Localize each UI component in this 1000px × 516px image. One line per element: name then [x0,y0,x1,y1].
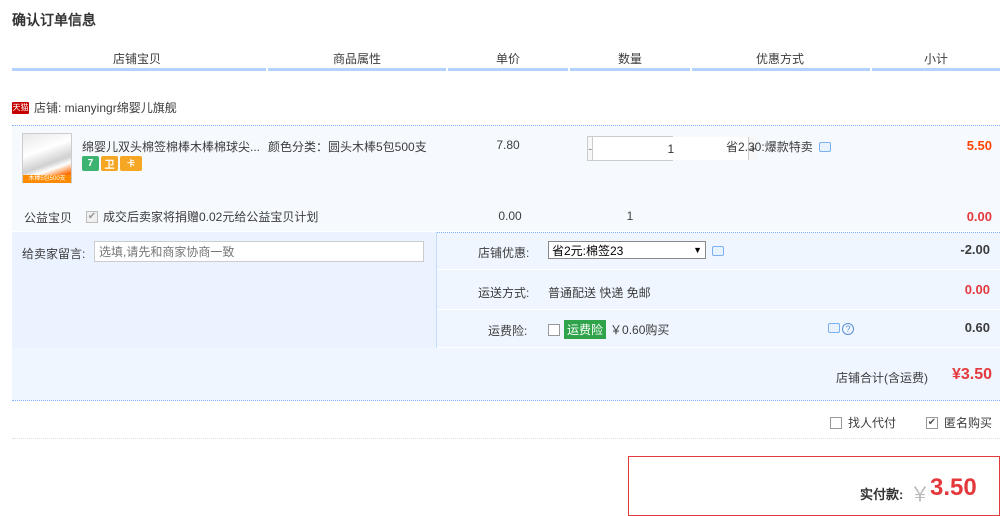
col-header-subtotal: 小计 [923,52,948,66]
anonymous-purchase-label: 匿名购买 [944,416,993,430]
charity-row: ✔ 成交后卖家将捐赠0.02元给公益宝贝计划 [86,208,318,225]
insurance-label: 运费险: [488,324,528,338]
tmall-badge-icon: 天猫 [12,101,29,114]
header-separator [690,68,692,71]
header-separator [446,68,448,71]
anonymous-purchase-checkbox[interactable]: ✔ [926,416,938,429]
payment-label: 实付款: [860,487,904,502]
insurance-option: 运费险 ￥0.60购买 [548,320,669,339]
divider [12,400,1000,401]
quantity-stepper: - + [587,136,757,161]
anonymous-purchase-option[interactable]: ✔ 匿名购买 [926,414,992,431]
col-header-unit-price: 单价 [495,52,520,66]
shipping-amount: 0.00 [964,282,990,297]
charity-label: 公益宝贝 [24,211,73,225]
payment-total: 3.50 [930,474,977,501]
product-title-link[interactable]: 绵婴儿双头棉签棉棒木棒棉球尖... [82,138,260,155]
shipping-value: 普通配送 快递 免邮 [548,286,651,300]
item-discount-text: 省2.30:爆款特卖 [726,140,813,154]
seller-message-label: 给卖家留言: [22,247,86,261]
shop-total-label: 店铺合计(含运费) [836,371,928,385]
proxy-pay-checkbox[interactable] [830,416,842,429]
seller-message-input[interactable] [94,241,424,262]
unit-price: 7.80 [496,138,520,152]
product-thumbnail-caption: 木棒5包500支 [23,175,71,183]
service-icons: 7 卫 卡 [82,156,142,171]
message-icon[interactable] [828,323,840,333]
shop-discount-selected: 省2元:棉签23 [552,243,624,258]
seven-day-return-icon[interactable]: 7 [82,156,99,171]
chevron-down-icon: ▼ [693,245,702,255]
charity-quantity: 1 [626,209,634,223]
divider [12,438,1000,439]
charity-price: 0.00 [498,209,522,223]
insurance-checkbox[interactable] [548,323,560,336]
header-separator [568,68,570,71]
shop-discount-select[interactable]: 省2元:棉签23 ▼ [548,241,706,259]
charity-text: 成交后卖家将捐赠0.02元给公益宝贝计划 [103,210,319,224]
shop-total-value: ¥3.50 [951,366,992,383]
charity-checkbox: ✔ [86,210,98,223]
col-header-quantity: 数量 [617,52,642,66]
page-title: 确认订单信息 [12,12,96,28]
item-discount: 省2.30:爆款特卖 [726,138,831,155]
header-separator [266,68,268,71]
header-separator [870,68,872,71]
shipping-label: 运送方式: [478,286,530,300]
credit-card-icon[interactable]: 卡 [120,156,142,171]
proxy-pay-option[interactable]: 找人代付 [830,414,896,431]
insurance-tag: 运费险 [564,320,607,339]
help-icon[interactable]: ? [842,323,854,335]
insurance-text: ￥0.60购买 [610,323,670,337]
insurance-amount: 0.60 [964,320,990,335]
item-subtotal: 5.50 [966,138,992,153]
header-underline [12,68,1000,71]
shop-row: 天猫 店铺: mianyingr绵婴儿旗舰 [12,99,177,116]
message-icon[interactable] [818,141,831,152]
proxy-pay-label: 找人代付 [848,416,897,430]
insurance-icons: ? [828,323,854,335]
guarantee-icon[interactable]: 卫 [101,156,118,171]
shop-discount-amount: -2.00 [960,242,990,257]
col-header-attributes: 商品属性 [332,52,381,66]
charity-subtotal: 0.00 [966,209,992,224]
product-attribute: 颜色分类：圆头木棒5包500支 [268,140,427,154]
shop-name-link[interactable]: 店铺: mianyingr绵婴儿旗舰 [34,99,177,116]
message-icon[interactable] [712,246,724,256]
payment-currency: ￥ [910,484,930,506]
col-header-shop-item: 店铺宝贝 [112,52,161,66]
col-header-discount: 优惠方式 [755,52,804,66]
shop-discount-label: 店铺优惠: [478,246,530,260]
